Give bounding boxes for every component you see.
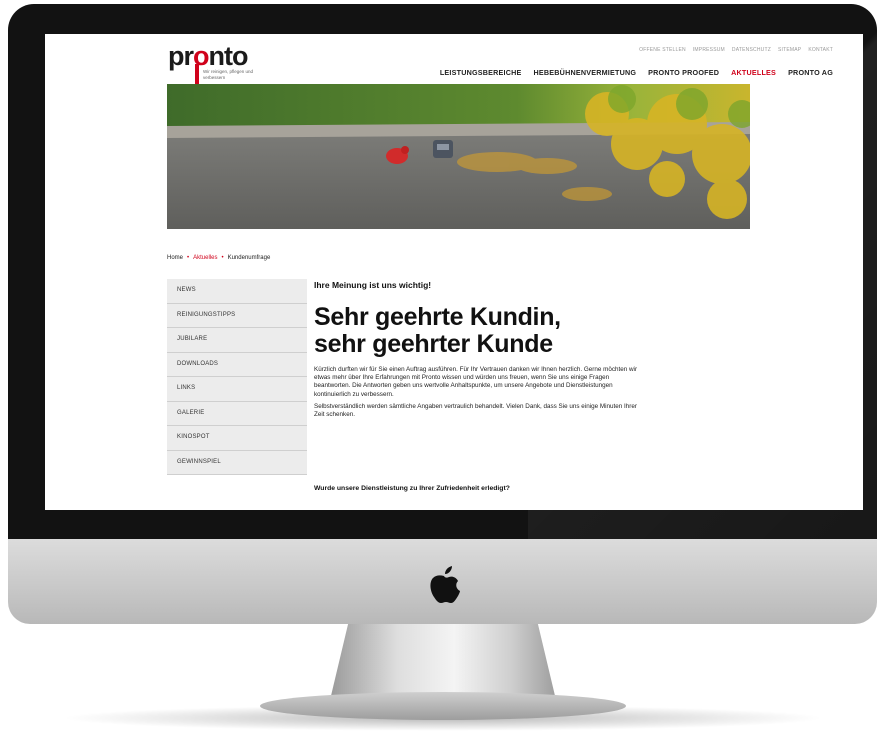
main-content: Ihre Meinung ist uns wichtig! Sehr geehr… xyxy=(314,280,644,419)
sidebar-item-jubilare[interactable]: JUBILARE xyxy=(167,328,307,353)
monitor-stand-neck xyxy=(330,624,556,700)
logo-wordmark: pronto xyxy=(168,41,248,71)
breadcrumb-separator-icon: • xyxy=(221,255,224,261)
breadcrumb-separator-icon: • xyxy=(187,255,190,261)
nav-item-hebebuehnenvermietung[interactable]: HEBEBÜHNENVERMIETUNG xyxy=(534,68,637,77)
nav-item-pronto-proofed[interactable]: PRONTO PROOFED xyxy=(648,68,719,77)
monitor-bezel: pronto Wir reinigen, pflegen und verbess… xyxy=(8,4,877,539)
utility-link-impressum[interactable]: IMPRESSUM xyxy=(693,47,725,53)
sidebar-nav: NEWS REINIGUNGSTIPPS JUBILARE DOWNLOADS … xyxy=(167,279,307,475)
nav-item-aktuelles[interactable]: AKTUELLES xyxy=(731,68,776,77)
sidebar-item-galerie[interactable]: GALERIE xyxy=(167,401,307,426)
nav-item-leistungsbereiche[interactable]: LEISTUNGSBEREICHE xyxy=(440,68,522,77)
site-logo[interactable]: pronto Wir reinigen, pflegen und verbess… xyxy=(168,41,253,84)
utility-nav: OFFENE STELLEN IMPRESSUM DATENSCHUTZ SIT… xyxy=(639,47,833,53)
utility-link-datenschutz[interactable]: DATENSCHUTZ xyxy=(732,47,771,53)
sidebar-item-links[interactable]: LINKS xyxy=(167,377,307,402)
survey-question-1: Wurde unsere Dienstleistung zu Ihrer Zuf… xyxy=(314,485,510,492)
utility-link-kontakt[interactable]: KONTAKT xyxy=(808,47,833,53)
hero-image xyxy=(167,84,750,229)
sidebar-item-news[interactable]: NEWS xyxy=(167,279,307,304)
sidebar-item-reinigungstipps[interactable]: REINIGUNGSTIPPS xyxy=(167,303,307,328)
breadcrumb-section[interactable]: Aktuelles xyxy=(193,255,217,261)
privacy-paragraph: Selbstverständlich werden sämtliche Anga… xyxy=(314,402,637,419)
intro-paragraph: Kürzlich durften wir für Sie einen Auftr… xyxy=(314,366,638,398)
nav-item-pronto-ag[interactable]: PRONTO AG xyxy=(788,68,833,77)
page-title: Sehr geehrte Kundin, sehr geehrter Kunde xyxy=(314,304,644,358)
breadcrumb: Home • Aktuelles • Kundenumfrage xyxy=(167,255,270,261)
logo-tagline: Wir reinigen, pflegen und verbessern xyxy=(203,69,254,80)
utility-link-offene-stellen[interactable]: OFFENE STELLEN xyxy=(639,47,686,53)
apple-logo-icon xyxy=(430,566,460,603)
sidebar-item-kinospot[interactable]: KINOSPOT xyxy=(167,426,307,451)
page-title-line-1: Sehr geehrte Kundin, xyxy=(314,303,561,331)
logo-red-bar xyxy=(195,64,199,84)
sidebar-item-gewinnspiel[interactable]: GEWINNSPIEL xyxy=(167,450,307,475)
utility-link-sitemap[interactable]: SITEMAP xyxy=(778,47,801,53)
main-nav: LEISTUNGSBEREICHE HEBEBÜHNENVERMIETUNG P… xyxy=(440,68,833,77)
page-title-line-2: sehr geehrter Kunde xyxy=(314,330,553,358)
monitor-screen: pronto Wir reinigen, pflegen und verbess… xyxy=(45,34,863,510)
breadcrumb-home[interactable]: Home xyxy=(167,255,183,261)
sidebar-item-downloads[interactable]: DOWNLOADS xyxy=(167,352,307,377)
content-subheading: Ihre Meinung ist uns wichtig! xyxy=(314,280,432,290)
breadcrumb-current: Kundenumfrage xyxy=(227,255,271,261)
monitor-stand-foot xyxy=(260,692,626,720)
hero-photo-autumn-sweeping xyxy=(167,84,750,229)
